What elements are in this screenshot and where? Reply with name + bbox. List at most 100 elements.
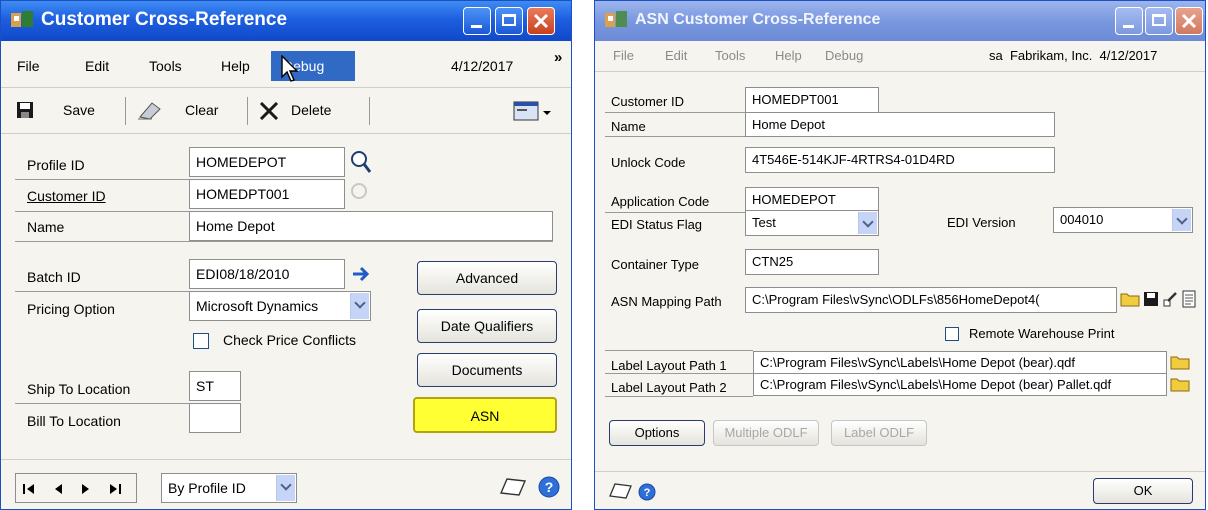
minimize-icon: [471, 25, 482, 28]
edi-status-flag-select[interactable]: Test: [745, 210, 879, 236]
maximize-icon: [502, 14, 516, 26]
maximize-button[interactable]: [495, 7, 523, 35]
close-button[interactable]: [527, 7, 555, 35]
menu-debug[interactable]: Debug: [825, 48, 863, 63]
maximize-icon: [1152, 14, 1166, 26]
label-layout-path-1-input[interactable]: C:\Program Files\vSync\Labels\Home Depot…: [753, 351, 1167, 374]
advanced-button[interactable]: Advanced: [417, 261, 557, 295]
ship-to-location-input[interactable]: ST: [189, 371, 241, 401]
chevron-down-icon[interactable]: [858, 212, 877, 234]
next-record-icon[interactable]: [80, 483, 90, 495]
minimize-icon: [1123, 25, 1134, 28]
sort-by-value: By Profile ID: [168, 480, 246, 496]
batch-id-input[interactable]: EDI08/18/2010: [189, 259, 345, 289]
arrow-right-icon[interactable]: [351, 265, 371, 283]
customer-cross-reference-window: Customer Cross-Reference File Edit Tools…: [0, 0, 572, 510]
asn-customer-cross-reference-window: ASN Customer Cross-Reference File Edit T…: [594, 0, 1206, 510]
remote-warehouse-print-label: Remote Warehouse Print: [969, 326, 1115, 341]
save-button[interactable]: Save: [63, 102, 95, 118]
help-icon[interactable]: ?: [537, 475, 561, 499]
eraser-icon[interactable]: [136, 99, 164, 121]
clear-button[interactable]: Clear: [185, 102, 218, 118]
check-price-conflicts-checkbox[interactable]: [193, 333, 209, 349]
minimize-button[interactable]: [1115, 7, 1143, 35]
menu-date: 4/12/2017: [451, 58, 514, 74]
name-input[interactable]: Home Depot: [189, 211, 553, 241]
label-path-mid-divider: [605, 373, 753, 374]
save-icon[interactable]: [16, 101, 34, 119]
menu-tools[interactable]: Tools: [715, 48, 745, 63]
unlock-code-input[interactable]: 4T546E-514KJF-4RTRS4-01D4RD: [745, 147, 1055, 173]
label-layout-path-2-input[interactable]: C:\Program Files\vSync\Labels\Home Depot…: [753, 373, 1167, 396]
toolbar-separator: [369, 97, 370, 125]
chevron-down-icon[interactable]: [1172, 209, 1191, 231]
first-record-icon[interactable]: [22, 483, 36, 495]
menu-file[interactable]: File: [613, 48, 634, 63]
chevron-down-icon[interactable]: [350, 293, 369, 319]
documents-button[interactable]: Documents: [417, 353, 557, 387]
customer-id-input[interactable]: HOMEDPT001: [745, 87, 879, 113]
menu-help[interactable]: Help: [775, 48, 802, 63]
ok-button[interactable]: OK: [1093, 478, 1193, 504]
folder-icon[interactable]: [1120, 291, 1140, 307]
profile-divider: [15, 179, 189, 180]
close-button[interactable]: [1175, 7, 1203, 35]
title-bar[interactable]: ASN Customer Cross-Reference: [595, 1, 1205, 41]
title-bar[interactable]: Customer Cross-Reference: [1, 1, 571, 41]
customer-id-label[interactable]: Customer ID: [27, 188, 106, 204]
window-layout-icon[interactable]: [513, 100, 553, 122]
profile-id-input[interactable]: HOMEDEPOT: [189, 147, 345, 177]
remote-warehouse-print-checkbox[interactable]: [945, 327, 959, 341]
note-icon[interactable]: [497, 475, 527, 499]
maximize-button[interactable]: [1145, 7, 1173, 35]
document-icon[interactable]: [1181, 290, 1197, 308]
chevron-down-icon[interactable]: [276, 475, 295, 501]
profile-id-label: Profile ID: [27, 157, 85, 173]
batch-divider: [15, 291, 189, 292]
label-path-top-divider: [605, 350, 753, 351]
label-path-bottom-divider: [605, 396, 753, 397]
note-icon[interactable]: [607, 481, 633, 501]
asn-mapping-path-input[interactable]: C:\Program Files\vSync\ODLFs\856HomeDepo…: [745, 287, 1117, 313]
date-qualifiers-button[interactable]: Date Qualifiers: [417, 309, 557, 343]
lookup-icon[interactable]: [349, 149, 373, 175]
menu-overflow-icon[interactable]: »: [554, 49, 562, 66]
batch-id-label: Batch ID: [27, 269, 81, 285]
folder-icon[interactable]: [1170, 354, 1190, 370]
help-icon[interactable]: ?: [637, 482, 657, 502]
bottom-divider: [1, 459, 571, 460]
app-code-divider: [605, 212, 745, 213]
edit-pencil-icon[interactable]: [1162, 291, 1178, 307]
edi-status-flag-value: Test: [752, 215, 776, 230]
asn-button[interactable]: ASN: [413, 397, 557, 433]
bottom-divider: [595, 471, 1205, 472]
minimize-button[interactable]: [463, 7, 491, 35]
name-input[interactable]: Home Depot: [745, 112, 1055, 137]
menu-bar: File Edit Tools Help Debug sa Fabrikam, …: [595, 41, 1205, 72]
menu-edit[interactable]: Edit: [85, 58, 109, 74]
menu-file[interactable]: File: [17, 58, 40, 74]
container-type-input[interactable]: CTN25: [745, 249, 879, 275]
label-odlf-button: Label ODLF: [831, 420, 927, 446]
sort-by-select[interactable]: By Profile ID: [161, 473, 297, 503]
record-navigator: [15, 473, 137, 503]
menu-tools[interactable]: Tools: [149, 58, 182, 74]
delete-icon[interactable]: [259, 102, 279, 120]
bill-to-location-input[interactable]: [189, 403, 241, 433]
close-icon: [533, 13, 549, 29]
last-record-icon[interactable]: [108, 483, 122, 495]
menu-help[interactable]: Help: [221, 58, 250, 74]
folder-icon[interactable]: [1170, 376, 1190, 392]
save-icon[interactable]: [1143, 291, 1159, 307]
pricing-option-select[interactable]: Microsoft Dynamics: [189, 291, 371, 321]
svg-text:?: ?: [545, 479, 554, 495]
name-label: Name: [27, 219, 65, 235]
delete-button[interactable]: Delete: [291, 102, 331, 118]
menu-status: sa Fabrikam, Inc. 4/12/2017: [989, 48, 1158, 63]
options-button[interactable]: Options: [609, 420, 705, 446]
name-label: Name: [611, 119, 646, 134]
edi-version-select[interactable]: 004010: [1053, 207, 1193, 233]
menu-edit[interactable]: Edit: [665, 48, 687, 63]
customer-id-input[interactable]: HOMEDPT001: [189, 179, 345, 209]
previous-record-icon[interactable]: [54, 483, 64, 495]
